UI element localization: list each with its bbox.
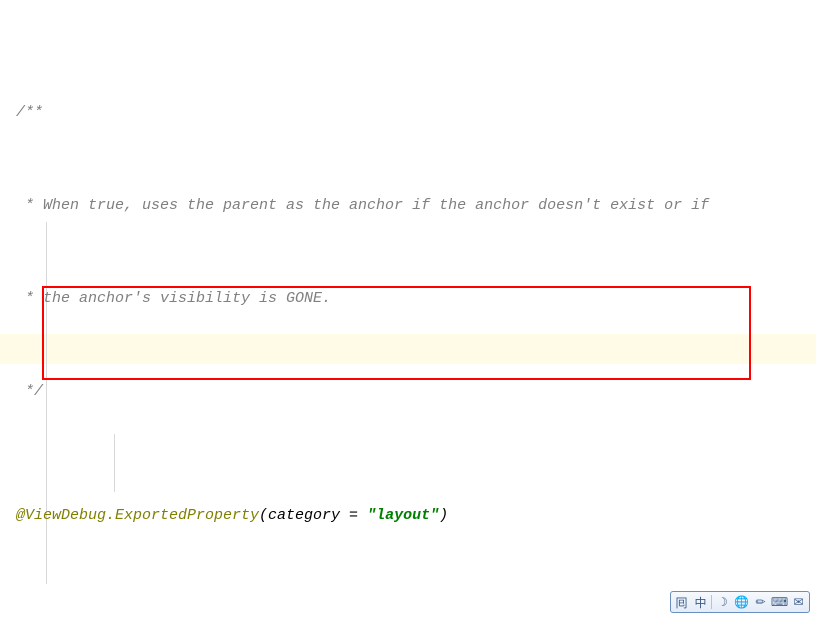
ime-status-bar[interactable]: 囘 中 ☽ 🌐 ✏ ⌨ ✉ [670,591,810,613]
ime-moon-icon[interactable]: ☽ [714,594,731,610]
annotation-args: (category = [259,500,367,531]
comment-line: * the anchor's visibility is GONE. [16,283,331,314]
ime-restore-icon[interactable]: 囘 [673,594,690,610]
ime-lang-zh-icon[interactable]: 中 [692,594,709,610]
paren-close: ) [439,500,448,531]
comment-line: /** [16,97,43,128]
annotation: @ViewDebug.ExportedProperty [16,500,259,531]
code-editor[interactable]: /** * When true, uses the parent as the … [0,0,816,618]
ime-globe-icon[interactable]: 🌐 [733,594,750,610]
string-literal: "layout" [367,500,439,531]
comment-line: * When true, uses the parent as the anch… [16,190,709,221]
ime-mail-icon[interactable]: ✉ [790,594,807,610]
ime-edit-icon[interactable]: ✏ [752,594,769,610]
status-separator [711,595,712,609]
comment-line: */ [16,376,43,407]
indent-guide [114,434,115,492]
ime-keyboard-icon[interactable]: ⌨ [771,594,788,610]
